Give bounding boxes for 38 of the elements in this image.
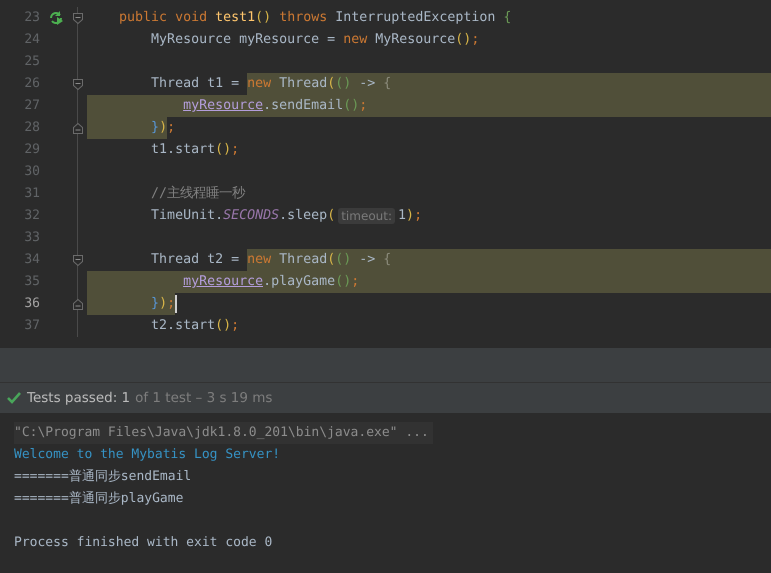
console-line: Process finished with exit code 0 xyxy=(14,534,272,552)
line-number: 30 xyxy=(23,163,40,181)
code-line: }); xyxy=(87,293,771,315)
line-number: 23 xyxy=(23,9,40,27)
console-line: =======普通同步sendEmail xyxy=(14,468,192,486)
code-line: t2.start(); xyxy=(150,317,240,335)
console-command: "C:\Program Files\Java\jdk1.8.0_201\bin\java.exe" ... xyxy=(14,422,433,444)
code-line: TimeUnit.SECONDS.sleep( timeout: 1); xyxy=(150,207,424,226)
code-line: myResource.sendEmail(); xyxy=(87,95,771,117)
line-number: 25 xyxy=(23,53,40,71)
fold-marker-icon xyxy=(72,12,84,24)
fold-marker-icon xyxy=(72,254,84,266)
code-line: t1.start(); xyxy=(150,141,240,159)
line-number: 34 xyxy=(23,251,40,269)
line-number: 29 xyxy=(23,141,40,159)
code-line: MyResource myResource = new MyResource(); xyxy=(150,31,480,49)
code-line: }); xyxy=(87,117,771,139)
test-detail: of 1 test – 3 s 19 ms xyxy=(135,390,272,406)
code-line: //主线程睡一秒 xyxy=(150,184,246,203)
fold-marker-icon xyxy=(72,122,84,134)
line-number: 35 xyxy=(23,273,40,291)
fold-marker-icon xyxy=(72,78,84,90)
line-number: 26 xyxy=(23,75,40,93)
line-number: 37 xyxy=(23,317,40,335)
line-number: 28 xyxy=(23,119,40,137)
line-number: 33 xyxy=(23,229,40,247)
fold-marker-icon xyxy=(72,298,84,310)
code-line: public void test1() throws InterruptedException { xyxy=(118,9,512,27)
console-line: =======普通同步playGame xyxy=(14,490,184,508)
line-number: 31 xyxy=(23,185,40,203)
line-number: 36 xyxy=(23,295,40,313)
test-summary: Tests passed: 1 xyxy=(27,390,130,406)
run-icon[interactable] xyxy=(48,10,64,26)
console-line: Welcome to the Mybatis Log Server! xyxy=(14,446,280,464)
code-line: myResource.playGame(); xyxy=(87,271,771,293)
line-number: 32 xyxy=(23,207,40,225)
line-number: 24 xyxy=(23,31,40,49)
line-number: 27 xyxy=(23,97,40,115)
